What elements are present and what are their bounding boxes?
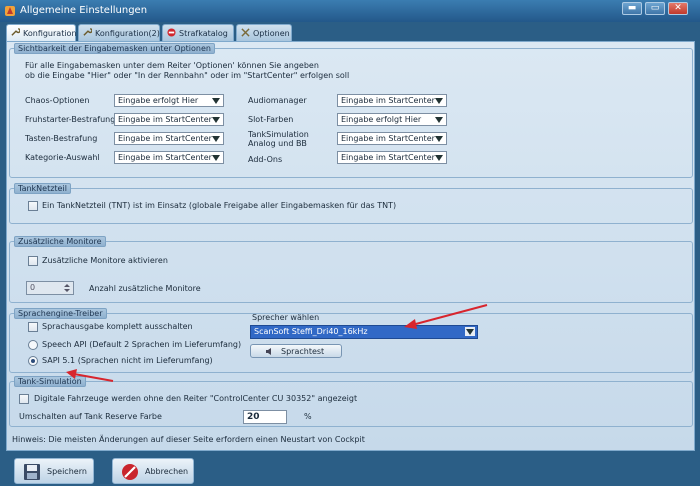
title-bar: Allgemeine Einstellungen ▬ ▭ ✕: [0, 0, 700, 22]
tanknetzteil-group: TankNetzteil Ein TankNetzteil (TNT) ist …: [9, 183, 693, 224]
monitors-count-stepper[interactable]: 0: [26, 281, 74, 295]
tanksimulation-sublabel: Analog und BB: [248, 139, 307, 148]
floppy-disk-icon: [24, 464, 40, 480]
speech-engine-legend: Sprachengine-Treiber: [14, 308, 107, 319]
chevron-down-icon: [212, 98, 220, 104]
audiomanager-label: Audiomanager: [248, 96, 307, 105]
tasten-label: Tasten-Bestrafung: [25, 134, 98, 143]
tank-simulation-group: Tank-Simulation Digitale Fahrzeuge werde…: [9, 376, 693, 427]
speech-off-checkbox[interactable]: [28, 322, 38, 332]
tanknetzteil-legend: TankNetzteil: [14, 183, 71, 194]
chevron-down-icon: [435, 98, 443, 104]
slot-farben-select[interactable]: Eingabe erfolgt Hier: [337, 113, 447, 126]
chaos-options-label: Chaos-Optionen: [25, 96, 90, 105]
visibility-description-line1: Für alle Eingabemasken unter dem Reiter …: [25, 61, 319, 70]
monitors-checkbox[interactable]: [28, 256, 38, 266]
monitors-checkbox-label: Zusätzliche Monitore aktivieren: [42, 256, 168, 265]
digital-vehicles-checkbox[interactable]: [19, 394, 29, 404]
chevron-down-icon: [435, 155, 443, 161]
chaos-options-select[interactable]: Eingabe erfolgt Hier: [114, 94, 224, 107]
speech-engine-group: Sprachengine-Treiber Sprachausgabe kompl…: [9, 308, 693, 373]
stop-sign-icon: [167, 28, 176, 37]
speech-test-button[interactable]: Sprachtest: [250, 344, 342, 358]
tab-optionen[interactable]: Optionen: [236, 24, 292, 41]
tank-reserve-input[interactable]: 20: [243, 410, 287, 424]
speech-api-radio-label: Speech API (Default 2 Sprachen im Liefer…: [42, 340, 242, 349]
wrench-icon: [11, 28, 20, 36]
speaker-select[interactable]: ScanSoft Steffi_Dri40_16kHz: [250, 325, 478, 339]
window-title: Allgemeine Einstellungen: [20, 5, 148, 16]
tab-strafkatalog[interactable]: Strafkatalog: [162, 24, 234, 41]
fruhstarter-select[interactable]: Eingabe im StartCenter: [114, 113, 224, 126]
app-logo-icon: [5, 6, 15, 16]
add-ons-label: Add-Ons: [248, 155, 283, 164]
percent-label: %: [304, 412, 312, 421]
cancel-icon: [122, 464, 138, 480]
sapi-radio-label: SAPI 5.1 (Sprachen nicht im Lieferumfang…: [42, 356, 213, 365]
speaker-label: Sprecher wählen: [252, 313, 320, 322]
tab-konfiguration-2[interactable]: Konfiguration(2): [78, 24, 160, 41]
chevron-down-icon: [465, 327, 475, 336]
minimize-button[interactable]: ▬: [622, 2, 642, 15]
tanksimulation-label: TankSimulation: [248, 130, 309, 139]
slot-farben-label: Slot-Farben: [248, 115, 294, 124]
tank-reserve-label: Umschalten auf Tank Reserve Farbe: [19, 412, 162, 421]
chevron-down-icon: [212, 136, 220, 142]
add-ons-select[interactable]: Eingabe im StartCenter: [337, 151, 447, 164]
restore-button[interactable]: ▭: [645, 2, 665, 15]
close-button[interactable]: ✕: [668, 2, 688, 15]
tools-icon: [241, 28, 250, 37]
speaker-icon: [266, 348, 271, 355]
monitors-count-label: Anzahl zusätzliche Monitore: [89, 284, 201, 293]
save-button[interactable]: Speichern: [14, 458, 94, 484]
chevron-down-icon: [435, 136, 443, 142]
tab-konfiguration[interactable]: Konfiguration: [6, 24, 77, 42]
monitors-group: Zusätzliche Monitore Zusätzliche Monitor…: [9, 236, 693, 303]
tanksimulation-select[interactable]: Eingabe im StartCenter: [337, 132, 447, 145]
restart-hint: Hinweis: Die meisten Änderungen auf dies…: [12, 435, 365, 444]
spin-arrows-icon: [64, 284, 70, 292]
chevron-down-icon: [212, 155, 220, 161]
chevron-down-icon: [435, 117, 443, 123]
visibility-group: Sichtbarkeit der Eingabemasken unter Opt…: [9, 43, 693, 178]
chevron-down-icon: [212, 117, 220, 123]
audiomanager-select[interactable]: Eingabe im StartCenter: [337, 94, 447, 107]
tank-simulation-legend: Tank-Simulation: [14, 376, 86, 387]
settings-panel: Sichtbarkeit der Eingabemasken unter Opt…: [6, 41, 695, 451]
tasten-select[interactable]: Eingabe im StartCenter: [114, 132, 224, 145]
cancel-button[interactable]: Abbrechen: [112, 458, 194, 484]
fruhstarter-label: Fruhstarter-Bestrafung: [25, 115, 116, 124]
sapi-radio[interactable]: [28, 356, 38, 366]
visibility-legend: Sichtbarkeit der Eingabemasken unter Opt…: [14, 43, 215, 54]
tanknetzteil-checkbox-label: Ein TankNetzteil (TNT) ist im Einsatz (g…: [42, 201, 397, 210]
wrench-icon: [83, 28, 92, 36]
restore-icon: ▭: [650, 3, 660, 13]
speech-off-checkbox-label: Sprachausgabe komplett ausschalten: [42, 322, 193, 331]
speech-api-radio[interactable]: [28, 340, 38, 350]
minimize-icon: ▬: [627, 3, 637, 13]
kategorie-select[interactable]: Eingabe im StartCenter: [114, 151, 224, 164]
tanknetzteil-checkbox[interactable]: [28, 201, 38, 211]
digital-vehicles-checkbox-label: Digitale Fahrzeuge werden ohne den Reite…: [34, 394, 358, 403]
kategorie-label: Kategorie-Auswahl: [25, 153, 100, 162]
close-icon: ✕: [674, 3, 682, 13]
monitors-legend: Zusätzliche Monitore: [14, 236, 106, 247]
visibility-description-line2: ob die Eingabe "Hier" oder "In der Rennb…: [25, 71, 350, 80]
